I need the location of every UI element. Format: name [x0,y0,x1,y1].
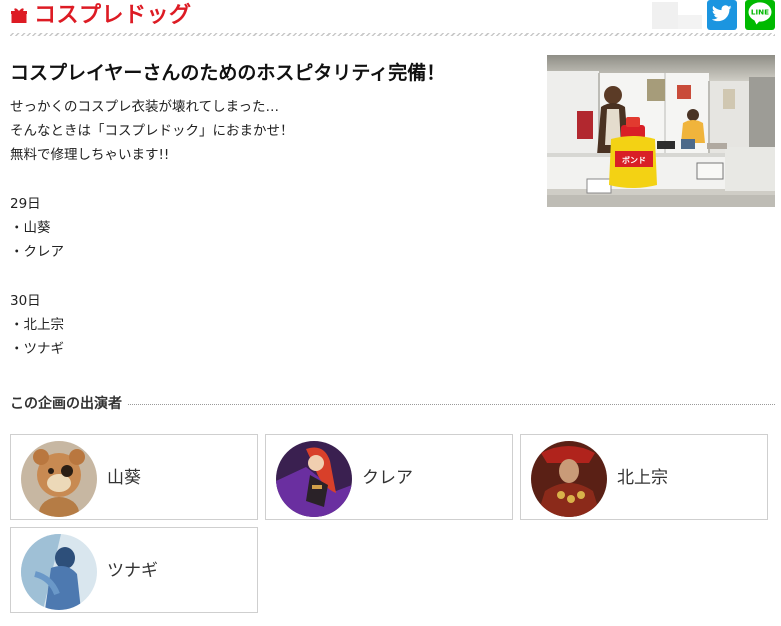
gift-icon [11,7,27,23]
site-header: コスプレドッグ LINE [10,0,775,34]
performer-name: ツナギ [107,561,158,581]
body-line: 無料で修理しちゃいます!! [10,147,170,164]
performer-card-claire[interactable]: クレア [265,434,513,520]
line-logo-icon: LINE [748,1,772,29]
twitter-bird-icon [711,4,732,26]
body-line [10,264,294,288]
article-title: コスプレイヤーさんのためのホスピタリティ完備！ [10,62,446,84]
svg-text:ボンド: ボンド [622,155,646,165]
avatar [531,441,607,517]
performer-card-kitakami[interactable]: 北上宗 [520,434,768,520]
schedule-item: ・クレア [10,244,64,261]
performers-section-title: この企画の出演者 [10,392,128,416]
twitter-share-button[interactable] [707,0,737,30]
performer-card-tsunagi[interactable]: ツナギ [10,527,258,613]
performers-section-header: この企画の出演者 [10,392,775,416]
performer-name: クレア [362,468,413,488]
line-share-button[interactable]: LINE [745,0,775,30]
article-photo: ボンド [547,55,775,207]
performer-name: 北上宗 [617,468,668,488]
schedule-item: ・ツナギ [10,340,64,357]
schedule-date: 29日 [10,195,41,212]
performer-name: 山葵 [107,468,141,488]
svg-text:LINE: LINE [751,7,769,16]
body-line [10,168,294,192]
schedule-item: ・山葵 [10,219,51,236]
avatar [21,441,97,517]
avatar [276,441,352,517]
schedule-date: 30日 [10,292,41,309]
title-divider [10,33,775,36]
body-line: そんなときは「コスプレドック」におまかせ！ [10,123,294,140]
share-button-placeholder [652,2,702,29]
avatar [21,534,97,610]
performer-card-wasabi[interactable]: 山葵 [10,434,258,520]
schedule-item: ・北上宗 [10,316,64,333]
site-title[interactable]: コスプレドッグ [34,1,192,31]
body-line: せっかくのコスプレ衣装が壊れてしまった… [10,99,280,115]
article-body: せっかくのコスプレ衣装が壊れてしまった… そんなときは「コスプレドック」におまか… [10,95,294,361]
